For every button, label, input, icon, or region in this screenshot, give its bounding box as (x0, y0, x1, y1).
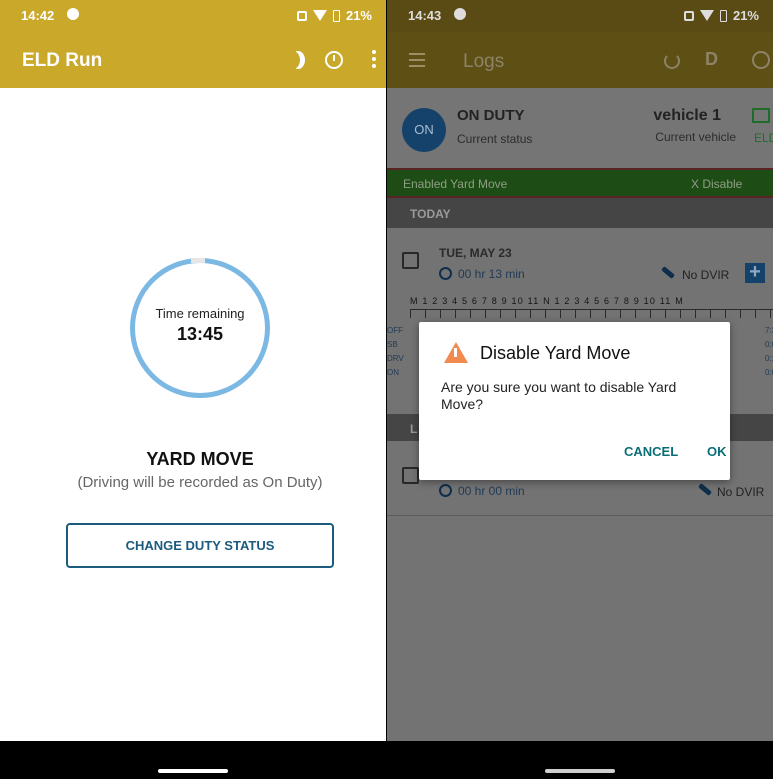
current-vehicle: vehicle 1 (653, 107, 721, 124)
yard-move-subtitle: (Driving will be recorded as On Duty) (77, 474, 323, 491)
alarm-icon[interactable] (325, 51, 343, 69)
log-duration: 00 hr 13 min (458, 267, 525, 281)
timer-progress-gap (191, 258, 205, 263)
status-bar: 14:43 21% (387, 0, 773, 32)
graph-row-total: 0:1 (765, 354, 773, 363)
status-icons: 21% (296, 8, 372, 23)
graph-row-label: DRV (387, 354, 404, 363)
menu-icon[interactable] (409, 53, 425, 71)
vibrate-icon (296, 10, 307, 21)
timer-label: Time remaining (155, 306, 245, 321)
wifi-icon (699, 10, 714, 21)
timer-value: 13:45 (176, 324, 224, 344)
graph-row-total: 7:3 (765, 326, 773, 335)
graph-row-total: 0:0 (765, 340, 773, 349)
graph-row-label: ON (387, 368, 399, 377)
more-options-icon[interactable] (372, 50, 376, 71)
app-bar: Logs D (387, 32, 773, 88)
timer-ring: Time remaining 13:45 (130, 258, 270, 398)
battery-percent: 21% (345, 8, 372, 23)
app-title: Logs (463, 51, 505, 72)
night-mode-icon[interactable] (286, 51, 300, 69)
ok-button[interactable]: OK (707, 444, 727, 459)
notification-icon (67, 8, 79, 20)
vehicle-caption: Current vehicle (655, 130, 736, 144)
dvir-status[interactable]: No DVIR (682, 268, 729, 282)
day-checkbox[interactable] (402, 467, 419, 484)
navigation-bar (387, 741, 773, 779)
navigation-bar (0, 741, 386, 779)
home-handle[interactable] (545, 769, 615, 773)
add-dvir-button[interactable]: + (745, 262, 765, 283)
section-title: TODAY (410, 207, 451, 221)
change-duty-status-button[interactable]: CHANGE DUTY STATUS (66, 523, 334, 568)
app-bar: ELD Run (0, 32, 386, 88)
yard-move-banner: Enabled Yard Move X Disable (387, 168, 773, 198)
battery-icon (719, 9, 727, 22)
wifi-icon (312, 10, 327, 21)
left-screen: 14:42 21% ELD Run Time remaining 13:45 Y… (0, 0, 386, 779)
duty-status-badge[interactable]: ON (402, 108, 446, 152)
disable-yard-move-dialog: Disable Yard Move Are you sure you want … (419, 322, 730, 480)
current-status-card[interactable]: ON ON DUTY Current status vehicle 1 Curr… (387, 88, 773, 168)
wrench-icon (661, 266, 675, 279)
alarm-icon[interactable] (752, 51, 770, 69)
duty-status-caption: Current status (457, 132, 533, 146)
clock-icon (439, 484, 452, 497)
disable-yard-move-link[interactable]: X Disable (691, 177, 742, 191)
dvir-status[interactable]: No DVIR (717, 485, 764, 499)
vibrate-icon (683, 10, 694, 21)
dialog-title: Disable Yard Move (480, 343, 631, 363)
dialog-message: Are you sure you want to disable Yard Mo… (441, 379, 677, 412)
right-screen: 14:43 21% Logs D ON ON DUTY Current stat… (387, 0, 773, 779)
list-divider (387, 515, 773, 516)
graph-row-total: 0:0 (765, 368, 773, 377)
wrench-icon (698, 483, 712, 496)
cancel-button[interactable]: CANCEL (624, 444, 678, 459)
graph-hour-ticks (410, 309, 773, 318)
section-header-today: TODAY (387, 198, 773, 228)
day-checkbox[interactable] (402, 252, 419, 269)
yard-move-status: Enabled Yard Move (403, 177, 508, 191)
yard-move-title: YARD MOVE (146, 449, 254, 469)
sync-icon[interactable] (664, 53, 680, 69)
d-button[interactable]: D (705, 49, 718, 70)
battery-icon (332, 9, 340, 22)
notification-icon (454, 8, 466, 20)
duty-status: ON DUTY (457, 107, 525, 124)
section-title: L (410, 422, 418, 436)
warning-icon (444, 342, 468, 363)
battery-percent: 21% (732, 8, 759, 23)
status-time: 14:43 (408, 8, 442, 23)
eld-connection-icon[interactable] (752, 108, 770, 123)
graph-row-label: SB (387, 340, 398, 349)
eld-label: ELD (754, 131, 773, 145)
app-title: ELD Run (22, 50, 103, 71)
status-time: 14:42 (21, 8, 55, 23)
graph-row-label: OFF (387, 326, 403, 335)
clock-icon (439, 267, 452, 280)
graph-hours: M 1 2 3 4 5 6 7 8 9 10 11 N 1 2 3 4 5 6 … (410, 296, 684, 306)
status-bar: 14:42 21% (0, 0, 386, 32)
status-icons: 21% (683, 8, 759, 23)
log-duration: 00 hr 00 min (458, 484, 525, 498)
home-handle[interactable] (158, 769, 228, 773)
log-date: TUE, MAY 23 (439, 246, 512, 260)
